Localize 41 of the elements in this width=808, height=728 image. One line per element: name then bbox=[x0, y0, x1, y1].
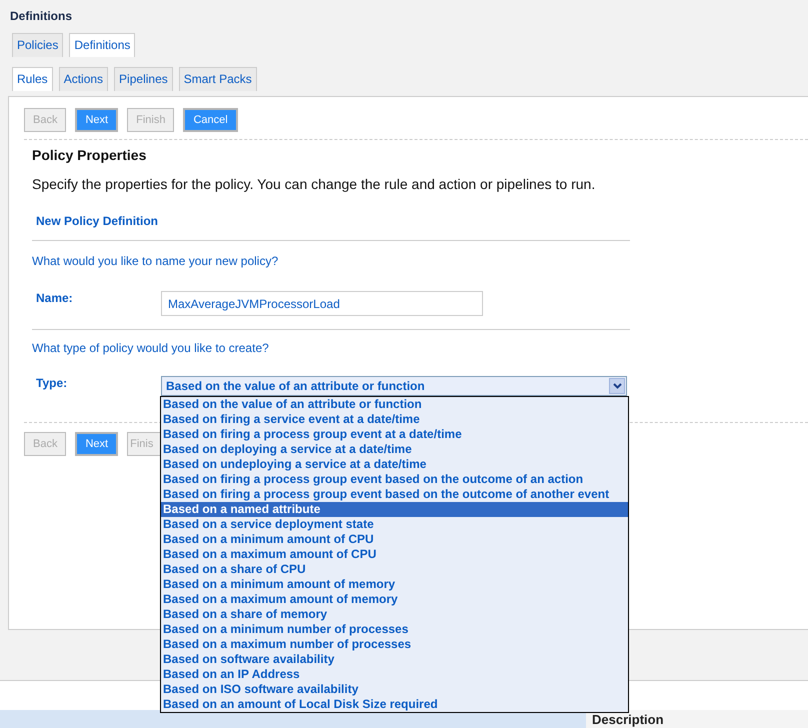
dropdown-option[interactable]: Based on the value of an attribute or function bbox=[161, 397, 628, 412]
dropdown-option[interactable]: Based on a maximum amount of CPU bbox=[161, 547, 628, 562]
dropdown-option[interactable]: Based on firing a service event at a date/time bbox=[161, 412, 628, 427]
question-text: What type of policy would you like to create? bbox=[32, 341, 270, 355]
dropdown-option[interactable]: Based on undeploying a service at a date/time bbox=[161, 457, 628, 472]
field-label: Type: bbox=[35, 376, 68, 390]
dropdown-option[interactable]: Based on a service deployment state bbox=[161, 517, 628, 532]
dropdown-arrow-button[interactable] bbox=[609, 378, 625, 394]
dropdown-option[interactable]: Based on firing a process group event based on the outcome of an action bbox=[161, 472, 628, 487]
form-heading: New Policy Definition bbox=[35, 213, 160, 229]
dropdown-option[interactable]: Based on a share of CPU bbox=[161, 562, 628, 577]
chevron-down-icon bbox=[612, 383, 622, 389]
dropdown-option[interactable]: Based on a minimum number of processes bbox=[161, 622, 628, 637]
tab[interactable]: Actions bbox=[58, 67, 108, 91]
tab[interactable]: Policies bbox=[12, 33, 64, 57]
column-header: Description bbox=[586, 710, 808, 728]
field-label: Name: bbox=[35, 291, 74, 305]
dropdown-option[interactable]: Based on firing a process group event based on the outcome of another event bbox=[161, 487, 628, 502]
dropdown-option[interactable]: Based on a maximum amount of memory bbox=[161, 592, 628, 607]
next-button[interactable]: Next bbox=[75, 108, 118, 132]
section-title: Policy Properties bbox=[32, 146, 148, 164]
description-text: Specify the properties for the policy. You can change the rule and action or pipelines to run. bbox=[32, 175, 596, 193]
dropdown-option[interactable]: Based on software availability bbox=[161, 652, 628, 667]
type-dropdown[interactable]: Based on the value of an attribute or function bbox=[161, 376, 627, 396]
dropdown-option[interactable]: Based on a maximum number of processes bbox=[161, 637, 628, 652]
dropdown-option[interactable]: Based on ISO software availability bbox=[161, 682, 628, 697]
dropdown-option[interactable]: Based on a minimum amount of memory bbox=[161, 577, 628, 592]
page-title: Definitions bbox=[10, 8, 73, 24]
dropdown-option[interactable]: Based on a share of memory bbox=[161, 607, 628, 622]
dropdown-option[interactable]: Based on an IP Address bbox=[161, 667, 628, 682]
cancel-button[interactable]: Cancel bbox=[183, 108, 238, 132]
dropdown-option[interactable]: Based on a named attribute bbox=[161, 502, 628, 517]
tab[interactable]: Definitions bbox=[69, 33, 136, 57]
tab[interactable]: Pipelines bbox=[114, 67, 173, 91]
next-button[interactable]: Next bbox=[75, 432, 118, 456]
dropdown-option[interactable]: Based on an amount of Local Disk Size required bbox=[161, 697, 628, 712]
question-text: What would you like to name your new policy? bbox=[32, 254, 280, 268]
name-field[interactable]: MaxAverageJVMProcessorLoad bbox=[161, 291, 483, 316]
tab[interactable]: Smart Packs bbox=[178, 67, 257, 91]
tab[interactable]: Rules bbox=[12, 67, 53, 91]
dropdown-option[interactable]: Based on a minimum amount of CPU bbox=[161, 532, 628, 547]
